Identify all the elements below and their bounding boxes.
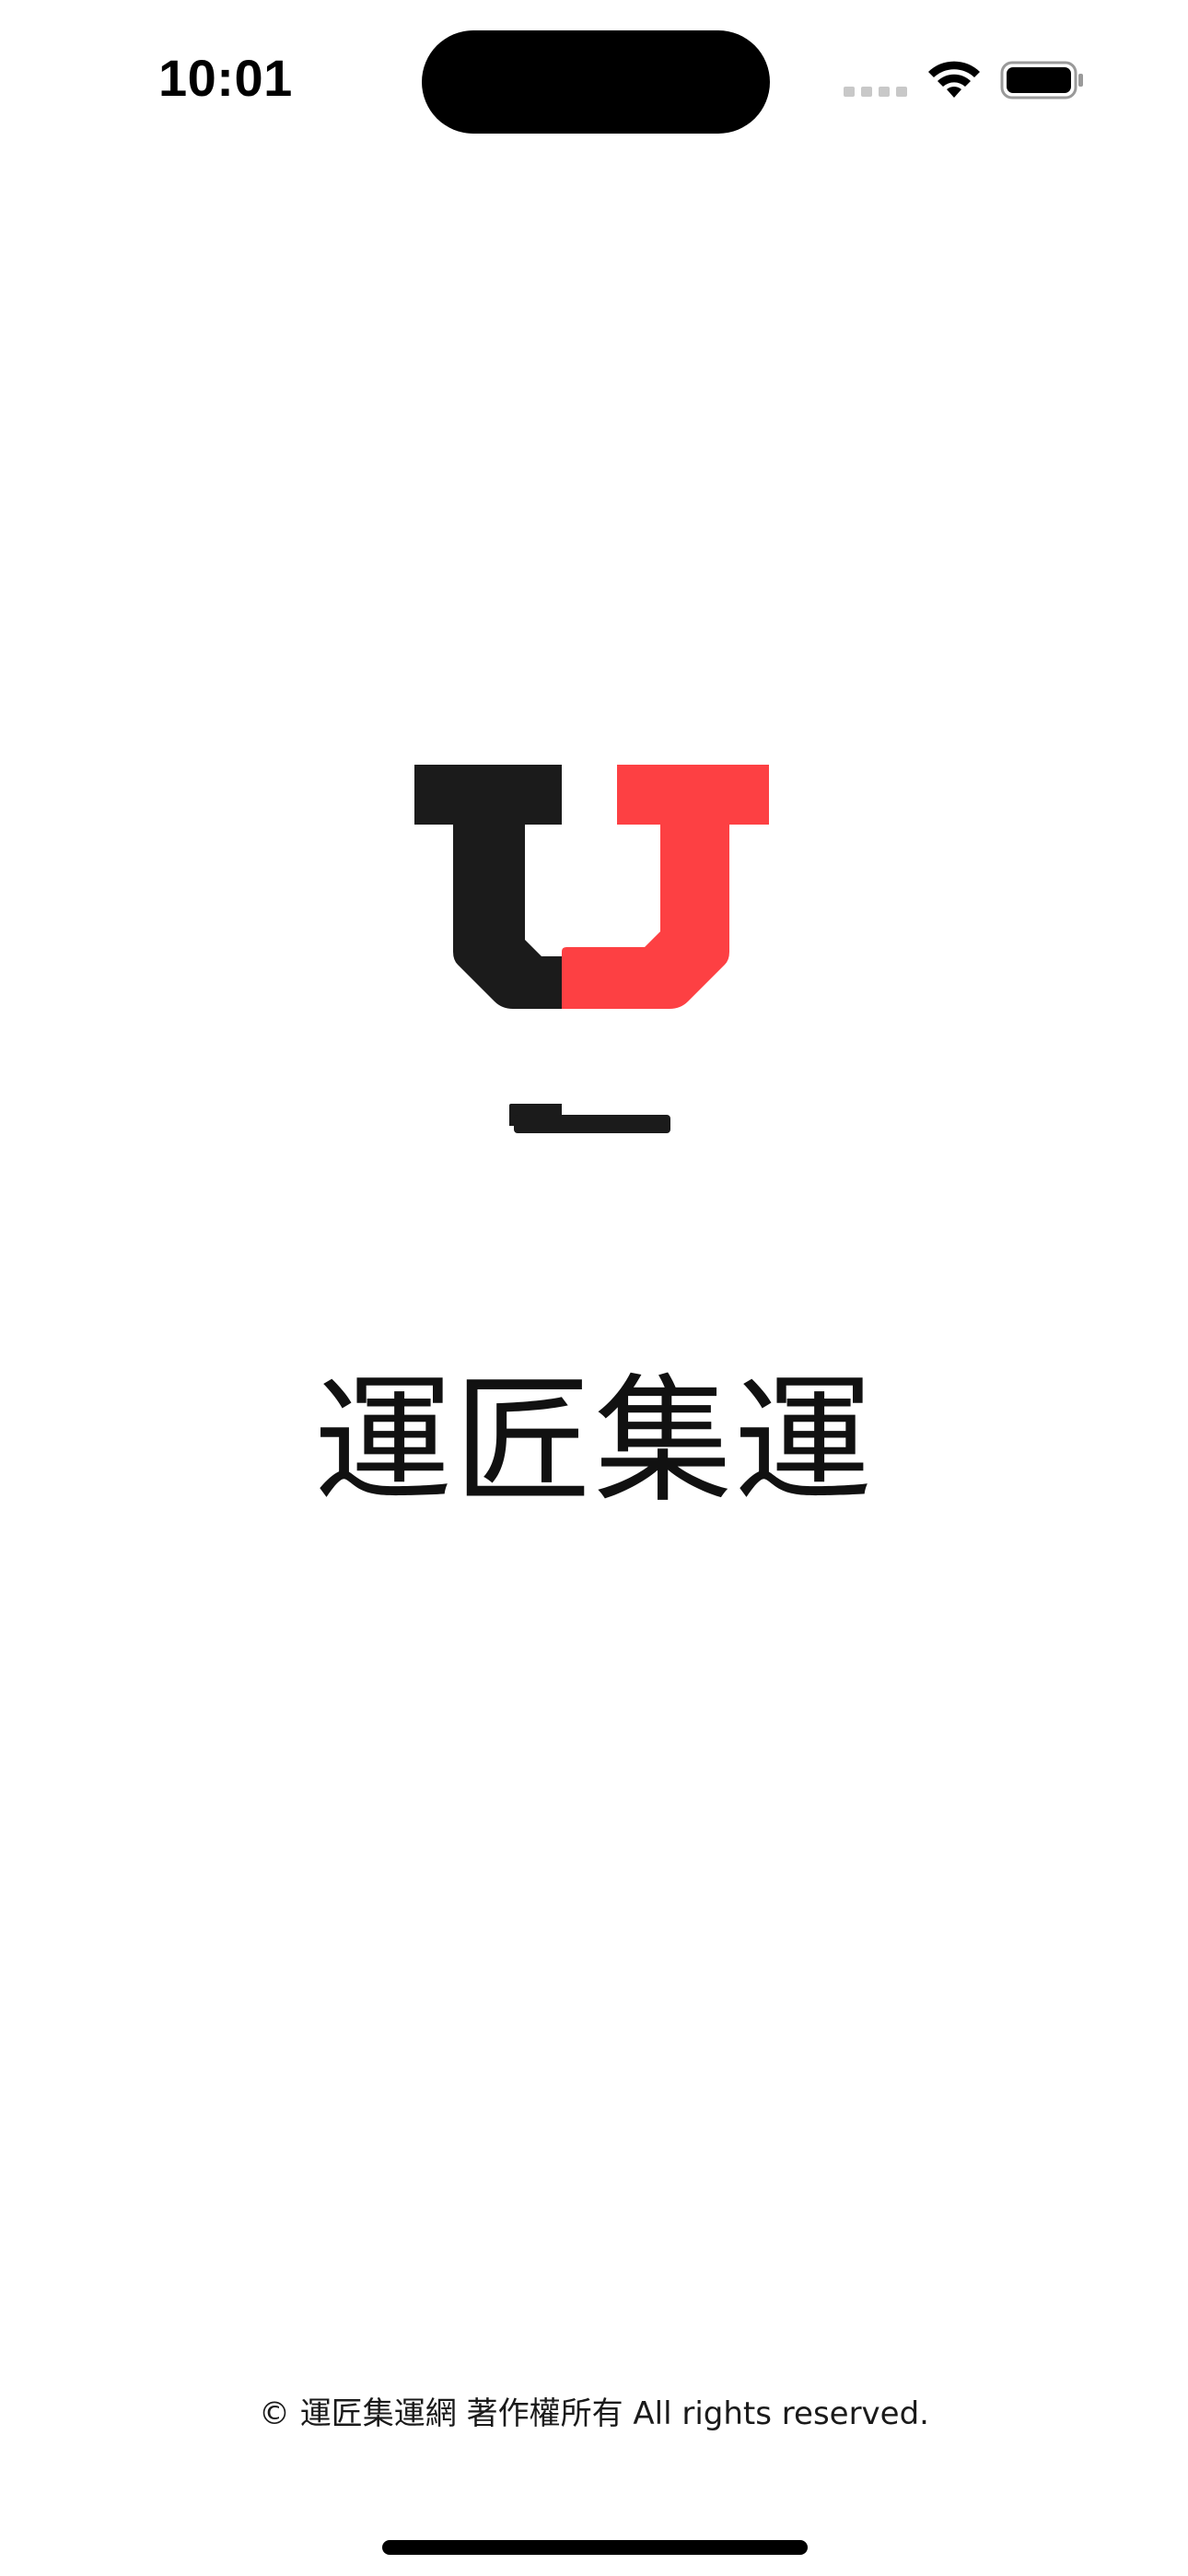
status-bar: 10:01 <box>0 0 1188 166</box>
dynamic-island <box>422 30 770 134</box>
wifi-icon <box>928 61 980 98</box>
cellular-signal-icon <box>844 87 907 97</box>
yj-logo-icon <box>414 765 769 1133</box>
status-time: 10:01 <box>158 49 293 107</box>
home-indicator[interactable] <box>382 2540 808 2555</box>
app-name: 運匠集運 <box>313 1362 874 1522</box>
copyright-text: © 運匠集運網 著作權所有 All rights reserved. <box>259 2395 929 2432</box>
battery-icon <box>1000 61 1083 100</box>
